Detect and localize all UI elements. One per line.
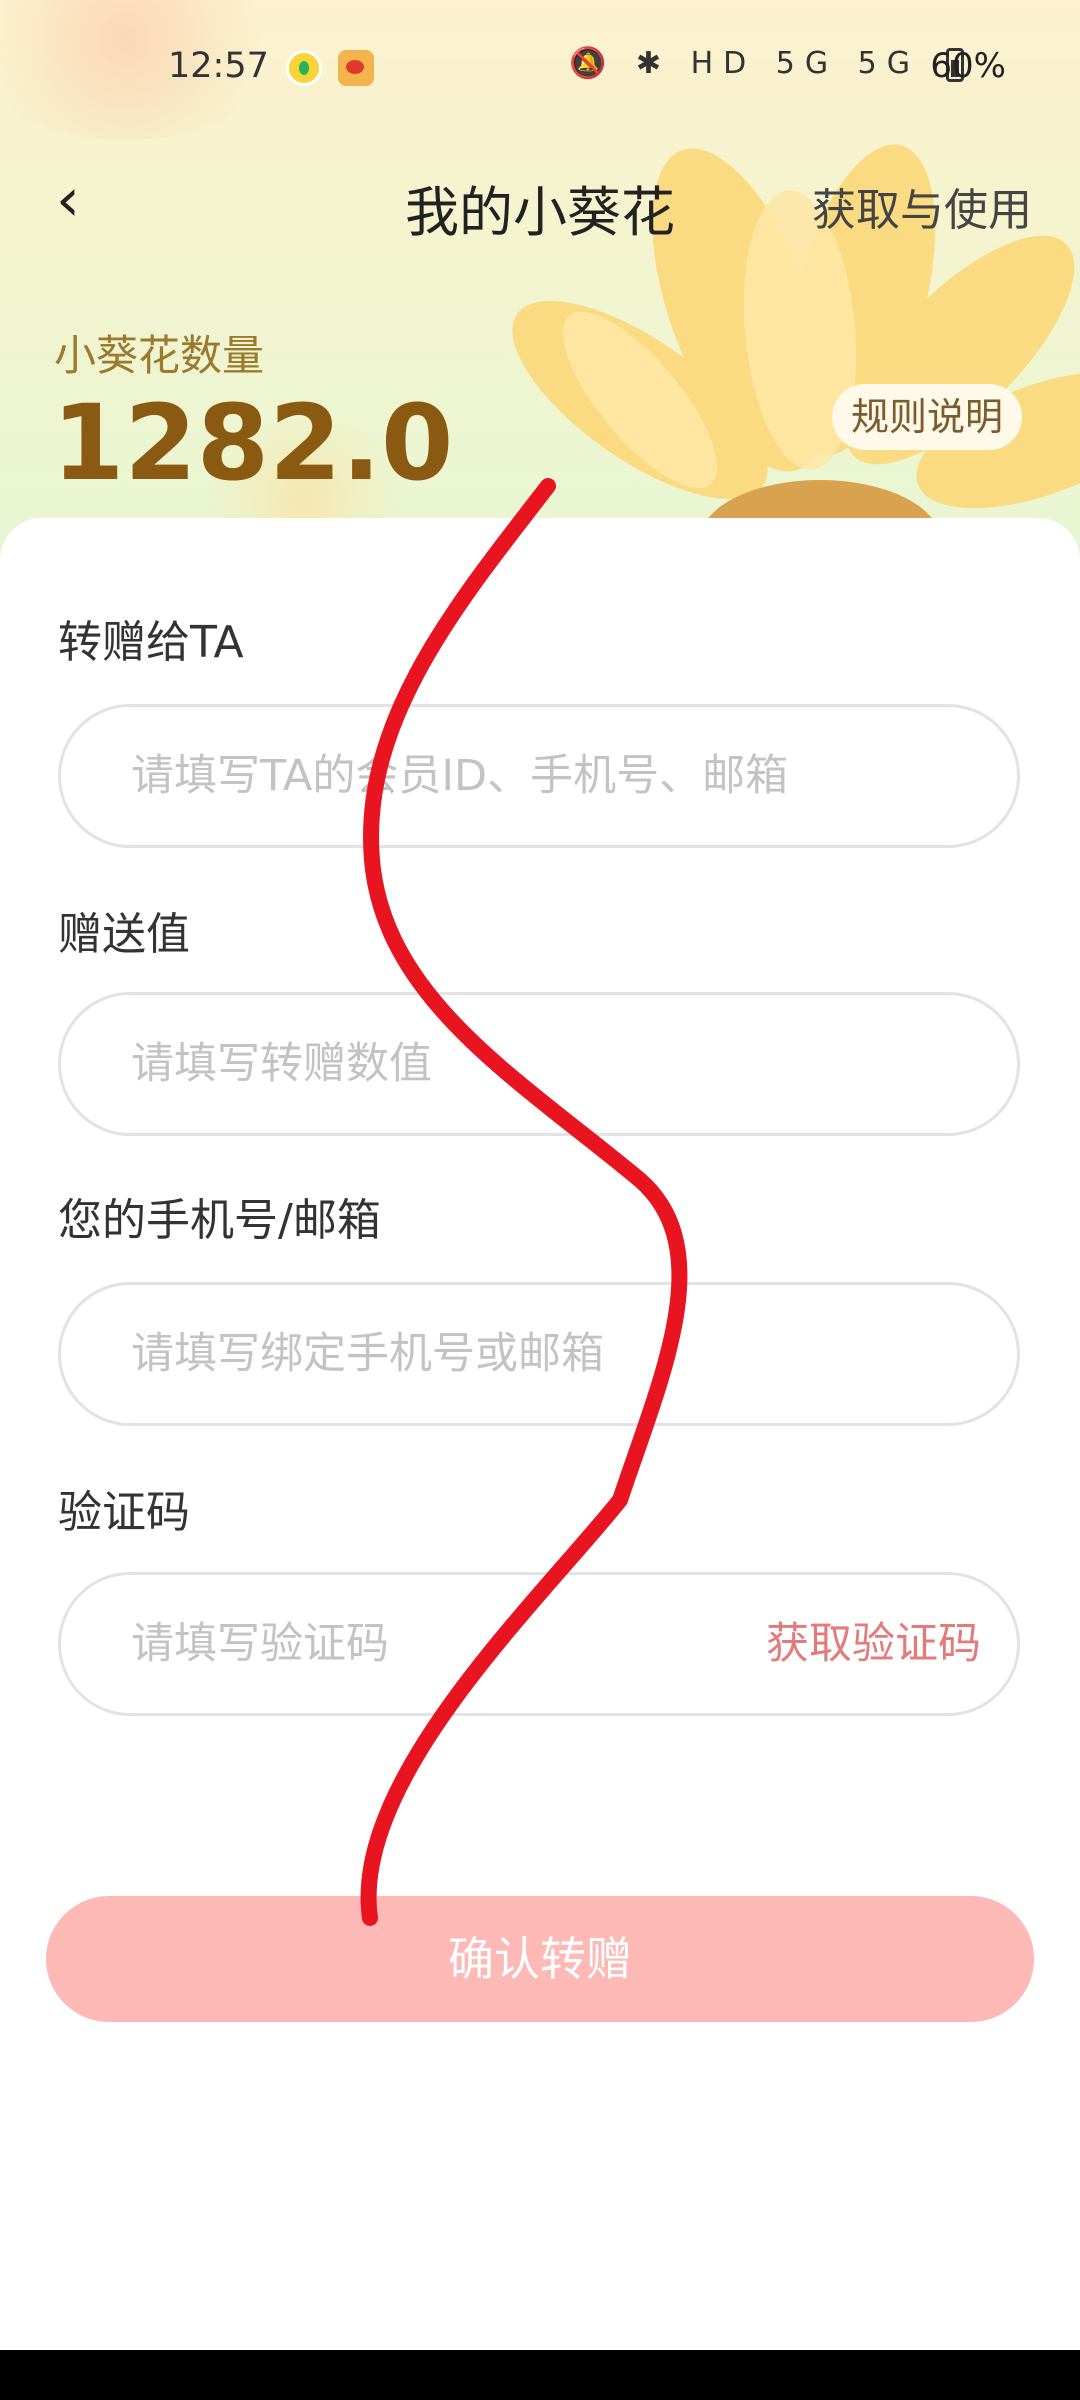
annotation-scribble — [360, 478, 688, 1926]
